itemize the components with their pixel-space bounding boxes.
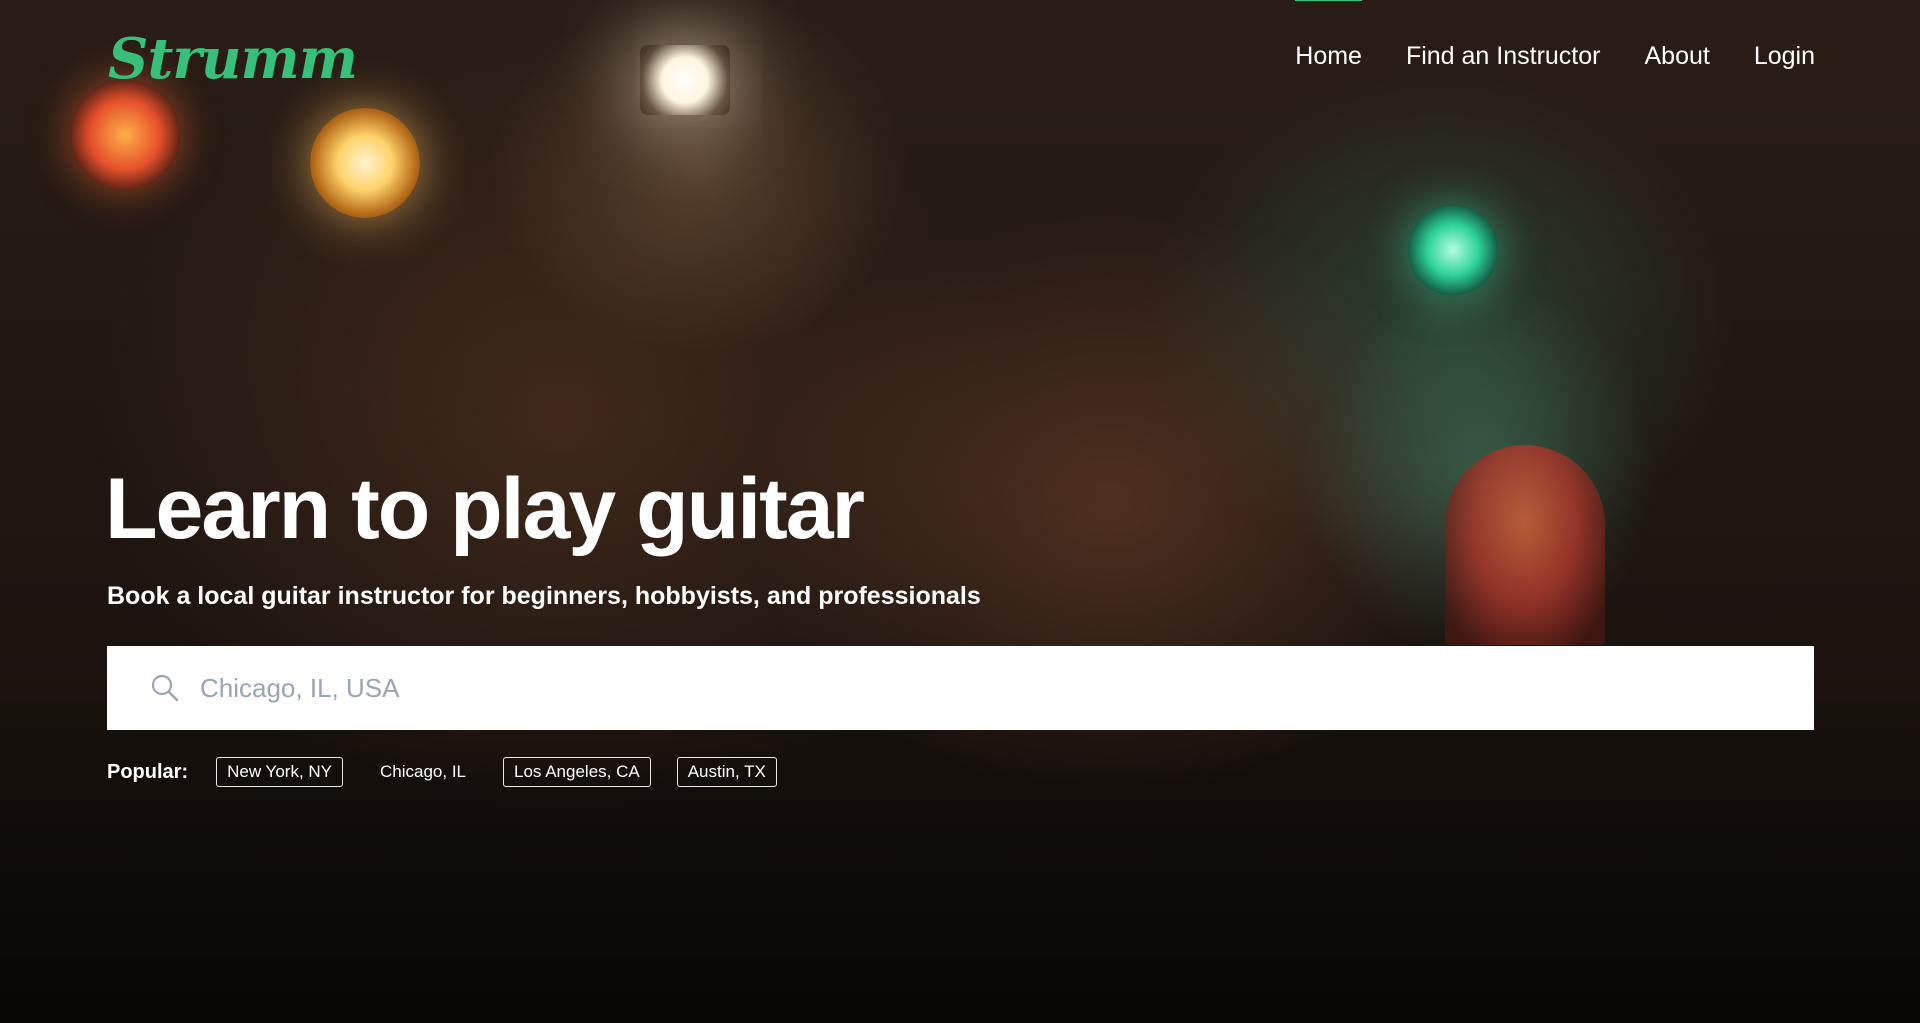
popular-label: Popular: (107, 760, 189, 783)
location-search-input[interactable] (198, 657, 1814, 719)
location-search-box[interactable] (107, 646, 1814, 730)
hero-headline: Learn to play guitar (105, 461, 865, 557)
nav-find-instructor[interactable]: Find an Instructor (1406, 40, 1601, 71)
nav-login[interactable]: Login (1754, 40, 1815, 71)
popular-chip-chicago[interactable]: Chicago, IL (369, 757, 477, 787)
hero-section: Strumm Home Find an Instructor About Log… (0, 0, 1920, 1023)
popular-chip-new-york[interactable]: New York, NY (216, 757, 344, 787)
brand-logo[interactable]: Strumm (108, 26, 358, 92)
popular-chip-austin[interactable]: Austin, TX (676, 757, 777, 787)
stage-light-amber (310, 108, 420, 218)
main-nav: Home Find an Instructor About Login (1295, 0, 1815, 110)
stage-light-white (640, 45, 730, 115)
popular-locations: Popular: New York, NY Chicago, IL Los An… (107, 757, 777, 787)
nav-home[interactable]: Home (1295, 0, 1362, 71)
search-icon[interactable] (140, 663, 190, 713)
hero-subheadline: Book a local guitar instructor for begin… (107, 582, 981, 610)
stained-glass-window (1445, 445, 1605, 645)
stage-light-red (70, 80, 180, 190)
popular-chip-los-angeles[interactable]: Los Angeles, CA (503, 757, 651, 787)
nav-about[interactable]: About (1644, 40, 1709, 71)
